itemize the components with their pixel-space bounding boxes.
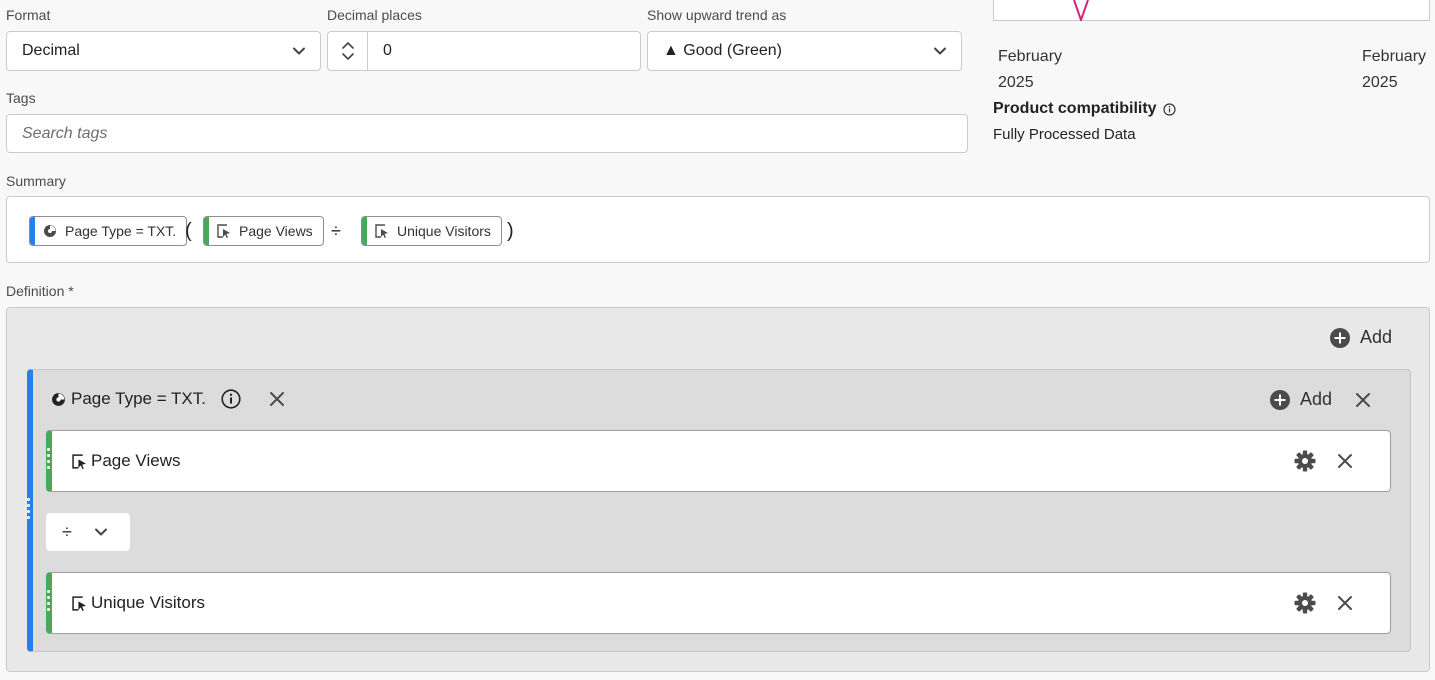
format-dropdown[interactable]: Decimal xyxy=(6,31,321,71)
info-icon[interactable] xyxy=(221,389,241,409)
metric-drag-handle[interactable] xyxy=(47,448,50,469)
gear-icon[interactable] xyxy=(1294,592,1316,614)
grip-dot xyxy=(27,510,30,513)
summary-label: Summary xyxy=(6,173,66,189)
sparkline xyxy=(1073,0,1089,21)
grip-dot xyxy=(47,608,50,611)
date-start: February 2025 xyxy=(998,44,1062,96)
required-mark: * xyxy=(68,283,74,299)
add-circle-icon xyxy=(1330,327,1350,348)
compatibility-value: Fully Processed Data xyxy=(993,126,1136,143)
chip-label: Page Type = TXT. xyxy=(65,223,177,239)
grip-dot xyxy=(27,504,30,507)
grip-dot xyxy=(47,448,50,451)
open-paren: ( xyxy=(185,220,192,242)
metric-icon xyxy=(217,224,230,238)
add-label: Add xyxy=(1300,389,1333,409)
grip-dot xyxy=(27,498,30,501)
container-title: Page Type = TXT. xyxy=(71,389,206,408)
segment-icon xyxy=(44,225,56,237)
decimal-places-label: Decimal places xyxy=(327,7,422,23)
operator-value: ÷ xyxy=(62,521,72,542)
tags-label: Tags xyxy=(6,90,36,106)
chip-color-bar xyxy=(204,217,209,245)
definition-label-text: Definition xyxy=(6,283,65,299)
close-paren: ) xyxy=(507,220,514,242)
decimal-places-stepper[interactable]: 0 xyxy=(327,31,641,71)
trend-preview-chart xyxy=(993,0,1430,21)
format-label: Format xyxy=(6,7,51,23)
step-down-icon[interactable] xyxy=(341,53,354,61)
metric-icon xyxy=(72,453,86,469)
definition-label: Definition * xyxy=(6,283,74,299)
add-label: Add xyxy=(1360,327,1393,347)
add-circle-icon xyxy=(1270,389,1290,410)
grip-dot xyxy=(47,460,50,463)
grip-dot xyxy=(47,596,50,599)
chevron-down-icon xyxy=(293,47,305,55)
gear-icon[interactable] xyxy=(1294,450,1316,472)
upward-trend-dropdown[interactable]: ▲ Good (Green) xyxy=(647,31,962,71)
compatibility-title: Product compatibility xyxy=(993,100,1157,117)
tags-placeholder: Search tags xyxy=(22,124,108,142)
close-icon[interactable] xyxy=(1337,453,1353,469)
tags-input[interactable]: Search tags xyxy=(6,114,968,153)
chip-color-bar xyxy=(362,217,367,245)
chip-color-bar xyxy=(30,217,35,245)
date-start-month: February xyxy=(998,48,1063,65)
metric-name: Unique Visitors xyxy=(91,593,206,612)
info-icon[interactable] xyxy=(1162,102,1176,116)
date-end: February 2025 xyxy=(1362,44,1426,96)
summary-chip-metric: Unique Visitors xyxy=(361,216,502,246)
summary-chip-segment: Page Type = TXT. xyxy=(29,216,188,246)
segment-icon xyxy=(52,392,65,406)
metric-icon xyxy=(72,595,86,611)
grip-dot xyxy=(47,602,50,605)
chevron-down-icon xyxy=(94,528,107,536)
step-up-icon[interactable] xyxy=(341,41,354,49)
date-end-month: February xyxy=(1362,48,1427,65)
segment-container: Page Type = TXT. Add Page Views ÷ Unique… xyxy=(27,369,1411,652)
close-icon[interactable] xyxy=(269,391,285,407)
decimal-places-input[interactable]: 0 xyxy=(368,32,392,70)
grip-dot xyxy=(47,466,50,469)
container-header: Page Type = TXT. xyxy=(51,389,285,409)
upward-trend-label: Show upward trend as xyxy=(647,7,787,23)
metric-drag-handle[interactable] xyxy=(47,590,50,611)
product-compatibility: Product compatibility xyxy=(993,100,1176,118)
date-end-year: 2025 xyxy=(1362,74,1398,91)
metric-name: Page Views xyxy=(91,451,181,470)
chip-label: Page Views xyxy=(239,223,313,239)
container-drag-handle[interactable] xyxy=(27,498,30,519)
upward-trend-value: ▲ Good (Green) xyxy=(663,42,782,59)
grip-dot xyxy=(47,454,50,457)
close-icon[interactable] xyxy=(1337,595,1353,611)
chip-label: Unique Visitors xyxy=(397,223,491,239)
format-value: Decimal xyxy=(22,42,80,59)
definition-canvas: Add Page Type = TXT. Add Page Views ÷ Un… xyxy=(6,307,1430,672)
summary-chip-metric: Page Views xyxy=(203,216,324,246)
metric-card-unique-visitors[interactable]: Unique Visitors xyxy=(46,572,1391,634)
container-add-button[interactable]: Add xyxy=(1270,389,1332,410)
summary-box: Page Type = TXT. ( Page Views ÷ Unique V… xyxy=(6,196,1430,263)
chevron-down-icon xyxy=(934,47,946,55)
metric-icon xyxy=(375,224,388,238)
date-start-year: 2025 xyxy=(998,74,1034,91)
grip-dot xyxy=(27,516,30,519)
grip-dot xyxy=(47,590,50,593)
definition-add-button[interactable]: Add xyxy=(1330,327,1392,348)
operator-divide: ÷ xyxy=(331,221,341,241)
container-remove-icon[interactable] xyxy=(1355,392,1371,408)
operator-dropdown[interactable]: ÷ xyxy=(46,513,130,551)
metric-card-page-views[interactable]: Page Views xyxy=(46,430,1391,492)
